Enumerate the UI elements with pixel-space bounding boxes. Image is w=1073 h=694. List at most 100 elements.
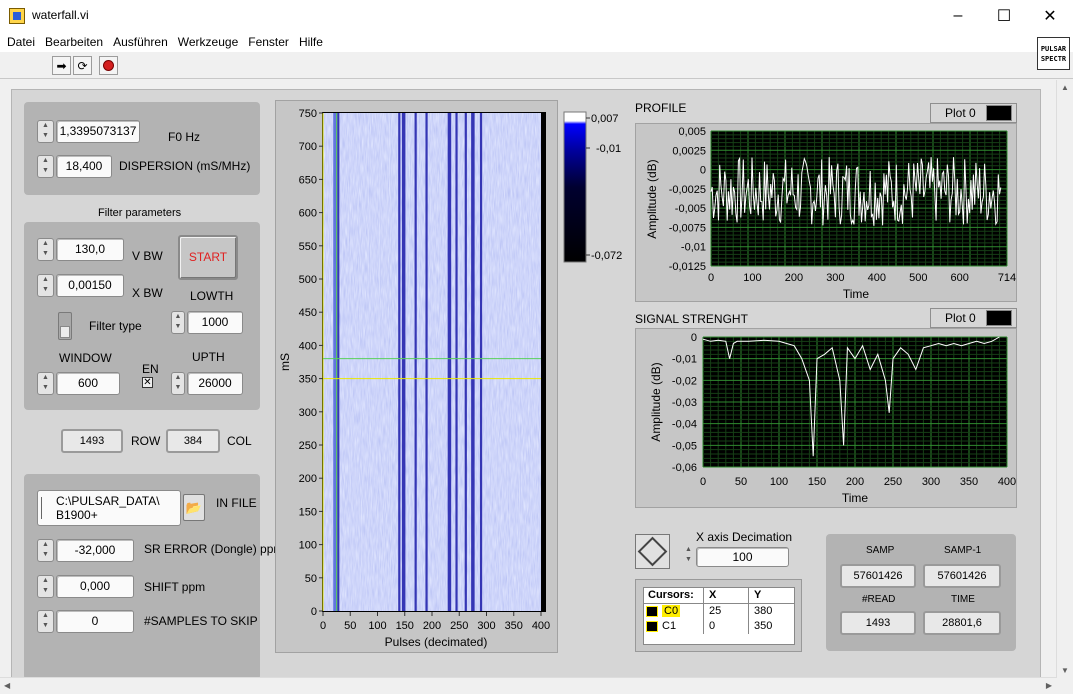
- cursor-row[interactable]: C0 25 380: [644, 604, 794, 619]
- menu-werkzeuge[interactable]: Werkzeuge: [173, 35, 243, 49]
- increment-icon[interactable]: ▲ ▼: [37, 610, 54, 633]
- close-button[interactable]: ✕: [1027, 0, 1073, 32]
- increment-icon[interactable]: ▲ ▼: [37, 539, 54, 562]
- vi-icon: PULSAR SPECTR: [1037, 37, 1070, 70]
- pan-zoom-icon: [637, 536, 668, 567]
- cursor-c1-icon: [646, 621, 658, 632]
- decimation-input[interactable]: 100: [696, 546, 789, 567]
- waterfall-stripe: [471, 113, 475, 611]
- time-label: TIME: [951, 594, 975, 605]
- vbw-control[interactable]: ▲ ▼ 130,0: [37, 238, 124, 261]
- signal-x-tick-label: 350: [960, 476, 978, 488]
- menu-bearbeiten[interactable]: Bearbeiten: [40, 35, 108, 49]
- menu-hilfe[interactable]: Hilfe: [294, 35, 328, 49]
- plot-line-icon: [985, 105, 1012, 121]
- xbw-input[interactable]: 0,00150: [56, 274, 124, 297]
- profile-x-ticks: 0 100 200 300 400 500 600 714: [708, 272, 1016, 284]
- increment-icon[interactable]: ▲ ▼: [171, 372, 185, 395]
- skip-control[interactable]: ▲ ▼ 0: [37, 610, 134, 633]
- profile-y-label: Amplitude (dB): [645, 159, 659, 238]
- run-continuously-button[interactable]: ⟳: [73, 56, 92, 75]
- in-file-label: IN FILE: [216, 496, 257, 510]
- row-indicator: 1493: [61, 429, 123, 453]
- f0-input[interactable]: 1,3395073137: [56, 120, 140, 143]
- dispersion-control[interactable]: ▲ ▼ 18,400: [37, 155, 112, 178]
- profile-y-tick-label: 0: [700, 165, 706, 177]
- samp-indicator: 57601426: [840, 564, 916, 588]
- upth-control[interactable]: ▲ ▼ 26000: [171, 372, 243, 395]
- scroll-up-icon[interactable]: ▲: [1061, 83, 1069, 92]
- profile-legend[interactable]: Plot 0: [930, 103, 1017, 123]
- vbw-input[interactable]: 130,0: [56, 238, 124, 261]
- increment-icon[interactable]: ▲ ▼: [37, 372, 54, 395]
- increment-icon[interactable]: ▲ ▼: [37, 120, 54, 143]
- profile-y-tick-label: -0,005: [675, 203, 706, 215]
- abort-icon: [103, 60, 114, 71]
- window-control[interactable]: ▲ ▼ 600: [37, 372, 120, 395]
- menu-datei[interactable]: Datei: [2, 35, 40, 49]
- run-button[interactable]: ➡: [52, 56, 71, 75]
- signal-graph[interactable]: 0 -0,01 -0,02 -0,03 -0,04 -0,05 -0,06 0 50 100 15…: [635, 328, 1017, 508]
- menu-ausfuehren[interactable]: Ausführen: [108, 35, 173, 49]
- sr-error-input[interactable]: -32,000: [56, 539, 134, 562]
- waterfall-x-ticks: 0 50 100 150 200 250 300 350 400: [320, 612, 550, 632]
- increment-icon[interactable]: ▲ ▼: [37, 238, 54, 261]
- path-icon: [41, 497, 49, 519]
- skip-input[interactable]: 0: [56, 610, 134, 633]
- menu-fenster[interactable]: Fenster: [243, 35, 294, 49]
- waterfall-graph[interactable]: 7507006506005505004504003503002502001501…: [275, 100, 558, 653]
- signal-legend[interactable]: Plot 0: [930, 308, 1017, 328]
- browse-folder-button[interactable]: 📂: [183, 494, 205, 521]
- profile-y-tick-label: -0,0075: [669, 222, 706, 234]
- scroll-down-icon[interactable]: ▼: [1061, 666, 1069, 675]
- waterfall-stripe: [464, 113, 467, 611]
- en-checkbox[interactable]: ✕: [142, 377, 153, 388]
- shift-input[interactable]: 0,000: [56, 575, 134, 598]
- graph-palette-button[interactable]: [635, 534, 670, 569]
- horizontal-scrollbar[interactable]: ◀ ▶: [0, 677, 1056, 694]
- increment-icon[interactable]: ▲ ▼: [683, 545, 694, 568]
- profile-x-tick-label: 100: [743, 272, 761, 284]
- lowth-label: LOWTH: [190, 289, 234, 303]
- shift-control[interactable]: ▲ ▼ 0,000: [37, 575, 134, 598]
- scroll-right-icon[interactable]: ▶: [1046, 681, 1052, 690]
- profile-legend-label: Plot 0: [945, 106, 976, 120]
- increment-icon[interactable]: ▲ ▼: [171, 311, 185, 334]
- maximize-button[interactable]: ☐: [981, 0, 1027, 32]
- cursor-row[interactable]: C1 0 350: [644, 619, 794, 634]
- row-label: ROW: [131, 434, 161, 448]
- decimation-control[interactable]: ▲ ▼ 100: [683, 545, 789, 568]
- profile-graph[interactable]: 0,005 0,0025 0 -0,0025 -0,005 -0,0075 -0,01 -0,…: [635, 123, 1017, 302]
- increment-icon[interactable]: ▲ ▼: [37, 155, 54, 178]
- folder-icon: 📂: [185, 500, 203, 515]
- cursor-header-x: X: [704, 588, 749, 603]
- lowth-control[interactable]: ▲ ▼ 1000: [171, 311, 243, 334]
- xbw-control[interactable]: ▲ ▼ 0,00150: [37, 274, 124, 297]
- vertical-scrollbar[interactable]: ▲ ▼: [1056, 80, 1073, 678]
- profile-y-ticks: 0,005 0,0025 0 -0,0025 -0,005 -0,0075 -0,01 -0,…: [669, 126, 706, 273]
- window-input[interactable]: 600: [56, 372, 120, 395]
- waterfall-y-tick-label: 50: [305, 573, 317, 585]
- profile-x-tick-label: 0: [708, 272, 714, 284]
- sr-error-control[interactable]: ▲ ▼ -32,000: [37, 539, 134, 562]
- f0-group: [24, 102, 260, 195]
- colorbar-ramp: [563, 111, 587, 263]
- cursor-c0-name: C0: [662, 605, 681, 617]
- upth-input[interactable]: 26000: [187, 372, 243, 395]
- in-file-path[interactable]: C:\PULSAR_DATA\ B1900+: [37, 490, 181, 526]
- scroll-left-icon[interactable]: ◀: [4, 681, 10, 690]
- signal-y-tick-label: 0: [691, 332, 697, 344]
- lowth-input[interactable]: 1000: [187, 311, 243, 334]
- dispersion-input[interactable]: 18,400: [56, 155, 112, 178]
- waterfall-stripe: [398, 113, 401, 611]
- filter-type-toggle[interactable]: [58, 312, 72, 340]
- increment-icon[interactable]: ▲ ▼: [37, 274, 54, 297]
- start-button[interactable]: START: [178, 235, 238, 280]
- cursor-c1-x: 0: [704, 619, 749, 634]
- abort-button[interactable]: [99, 56, 118, 75]
- f0-control[interactable]: ▲ ▼ 1,3395073137: [37, 120, 140, 143]
- waterfall-y-tick-label: 500: [299, 274, 317, 286]
- minimize-button[interactable]: –: [935, 0, 981, 32]
- increment-icon[interactable]: ▲ ▼: [37, 575, 54, 598]
- signal-y-tick-label: -0,06: [672, 462, 697, 474]
